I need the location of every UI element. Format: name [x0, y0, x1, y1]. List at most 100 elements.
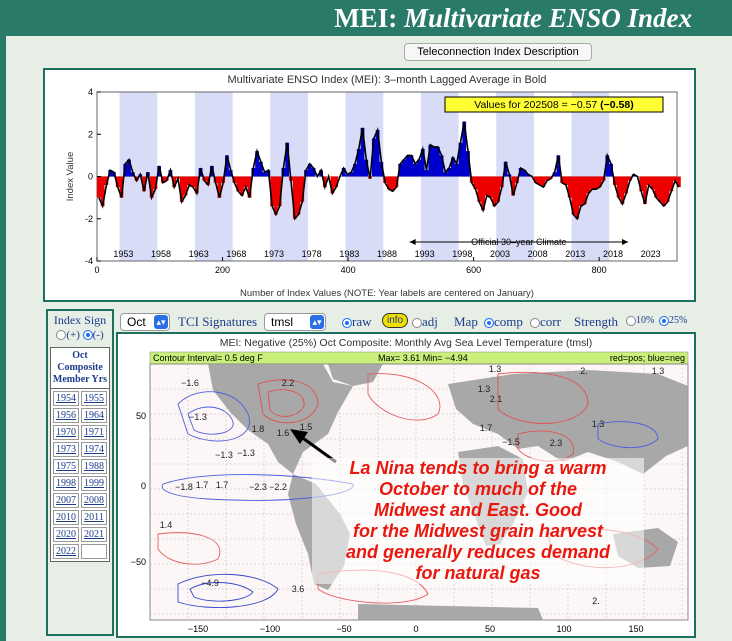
composite-year-link[interactable]: 2011 [81, 510, 107, 525]
y-tick-label: -4 [85, 256, 93, 266]
corr-radio-group: corr [530, 314, 561, 330]
x-tick-label: 200 [215, 265, 230, 275]
composite-year-link[interactable]: 2008 [81, 493, 107, 508]
control-row: Oct ▴▾ TCI Signatures tmsl ▴▾ raw info adj… [116, 310, 696, 332]
x-tick-label: 400 [341, 265, 356, 275]
composite-year-link[interactable]: 1955 [81, 391, 107, 406]
max-min-label: Max= 3.61 Min= −4.94 [378, 353, 468, 363]
contour-value-label: 1.6 [277, 428, 290, 438]
radio-comp-label: comp [494, 314, 523, 329]
composite-years-grid: 1954 1955 1956 1964 1970 1971 1973 1974 1975 1988… [51, 389, 109, 561]
info-button[interactable]: info [382, 313, 409, 328]
year-label: 2018 [603, 249, 623, 259]
year-label: 1998 [452, 249, 472, 259]
strength-25-group: 25% [659, 315, 687, 326]
y-tick-label: 0 [88, 172, 93, 182]
composite-year-link[interactable]: 1975 [53, 459, 79, 474]
y-tick-label: 2 [88, 129, 93, 139]
contour-value-label: 2.2 [282, 378, 295, 388]
composite-year-link[interactable]: 2007 [53, 493, 79, 508]
composite-year-link[interactable]: 1999 [81, 476, 107, 491]
annotation-text: La Nina tends to bring a warm October to… [312, 458, 644, 584]
strength-10-group: 10% [626, 315, 654, 326]
year-label: 1978 [302, 249, 322, 259]
radio-positive-label: (+) [66, 329, 80, 341]
annotation-line-5: and generally reduces demand [345, 542, 611, 562]
composite-year-link[interactable]: 1974 [81, 442, 107, 457]
annotation-line-2: October to much of the [379, 479, 577, 499]
radio-strength-25[interactable] [659, 315, 669, 326]
radio-negative-label: (-) [92, 329, 104, 341]
composite-year-link[interactable]: 1998 [53, 476, 79, 491]
contour-value-label: 1.8 [252, 424, 265, 434]
value-box-bold: (−0.58) [600, 99, 634, 111]
contour-value-label: −1.3 [189, 412, 207, 422]
x-tick-label: 800 [592, 265, 607, 275]
radio-raw[interactable] [342, 318, 352, 329]
composite-year-link[interactable]: 1988 [81, 459, 107, 474]
radio-raw-label: raw [352, 314, 372, 329]
year-label: 1968 [226, 249, 246, 259]
x-axis-label: Number of Index Values (NOTE: Year label… [240, 288, 534, 299]
y-tick-label: 4 [88, 87, 93, 97]
y-axis-label: Index Value [65, 152, 76, 201]
map-label: Map [454, 314, 478, 329]
app-title: MEI: Multivariate ENSO Index [0, 0, 732, 36]
composite-year-link[interactable]: 2010 [53, 510, 79, 525]
lat-label: −50 [131, 557, 146, 567]
title-main: MEI: [334, 3, 398, 33]
contour-value-label: 1.7 [196, 480, 209, 490]
contour-value-label: 1.3 [489, 364, 502, 374]
composite-year-link[interactable]: 1970 [53, 425, 79, 440]
annotation-line-3: Midwest and East. Good [373, 500, 583, 520]
teleconnection-description-button[interactable]: Teleconnection Index Description [404, 43, 592, 61]
radio-strength-10[interactable] [626, 315, 636, 326]
lon-label: 50 [485, 624, 495, 634]
radio-corr[interactable] [530, 318, 540, 329]
index-sign-panel: Index Sign (+) (-) Oct Composite Member … [46, 309, 114, 636]
mei-chart-panel: Multivariate ENSO Index (MEI): 3–month L… [43, 68, 696, 302]
composite-year-link[interactable]: 1956 [53, 408, 79, 423]
year-label: 2023 [641, 249, 661, 259]
lon-label: 150 [628, 624, 643, 634]
variable-select[interactable]: tmsl ▴▾ [264, 313, 326, 331]
adj-radio-group: adj [412, 314, 438, 330]
color-legend-label: red=pos; blue=neg [610, 353, 685, 363]
month-select-value: Oct [127, 315, 146, 329]
year-label: 2008 [528, 249, 548, 259]
composite-header-month: Oct [72, 350, 88, 361]
contour-value-label: −2.2 [269, 482, 287, 492]
value-box-text: Values for 202508 = −0.57 (−0.58) [474, 99, 633, 111]
composite-year-link[interactable]: 1954 [53, 391, 79, 406]
composite-year-link[interactable]: 1971 [81, 425, 107, 440]
composite-year-link[interactable]: 2021 [81, 527, 107, 542]
contour-value-label: 1.3 [652, 366, 665, 376]
radio-negative[interactable] [82, 330, 93, 341]
contour-value-label: −1.3 [237, 448, 255, 458]
chevron-updown-icon: ▴▾ [154, 315, 168, 329]
year-label: 1973 [264, 249, 284, 259]
composite-header: Oct Composite Member Yrs [51, 348, 109, 389]
contour-value-label: 2. [580, 366, 588, 376]
contour-value-label: 1.7 [216, 480, 229, 490]
radio-strength-25-label: 25% [669, 315, 688, 326]
map-title: MEI: Negative (25%) Oct Composite: Month… [220, 337, 593, 349]
radio-comp[interactable] [484, 318, 494, 329]
lat-label: 50 [136, 411, 146, 421]
radio-adj[interactable] [412, 318, 422, 329]
variable-select-value: tmsl [271, 315, 293, 329]
composite-year-link[interactable]: 2020 [53, 527, 79, 542]
month-select[interactable]: Oct ▴▾ [120, 313, 170, 331]
composite-year-link[interactable]: 1964 [81, 408, 107, 423]
composite-year-link[interactable]: 1973 [53, 442, 79, 457]
radio-strength-10-label: 10% [636, 315, 655, 326]
lon-label: −50 [336, 624, 351, 634]
radio-positive[interactable] [56, 330, 67, 341]
year-label: 2013 [565, 249, 585, 259]
comp-radio-group: comp [484, 314, 523, 330]
value-box-prefix: Values for 202508 = −0.57 [474, 99, 600, 111]
composite-year-link[interactable]: 2022 [53, 544, 79, 559]
lon-label: 0 [413, 624, 418, 634]
lon-label: −150 [188, 624, 208, 634]
climate-label: Official 30–year Climate [471, 237, 566, 247]
